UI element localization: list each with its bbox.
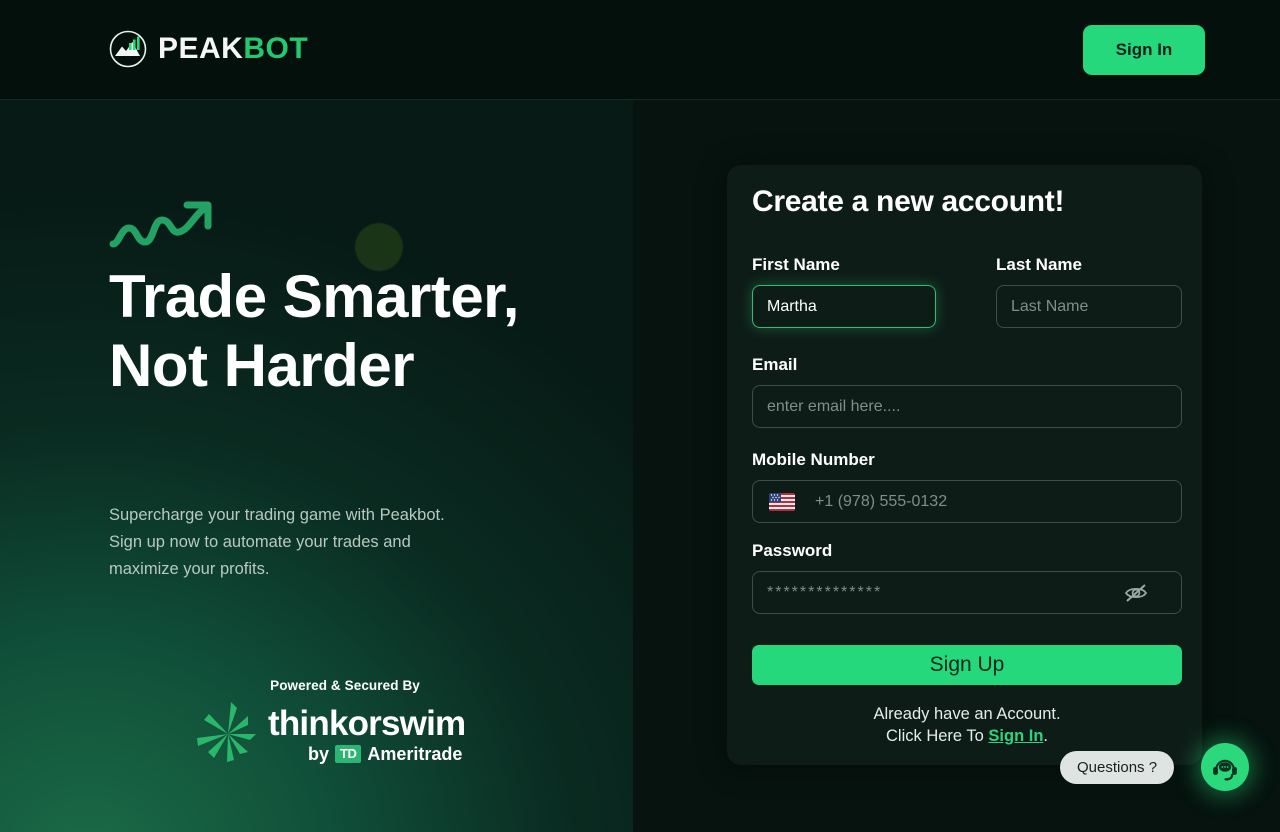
last-name-label: Last Name (996, 255, 1082, 274)
trending-up-arrow-icon (109, 201, 212, 248)
mobile-number-label: Mobile Number (752, 450, 875, 469)
eye-off-icon[interactable] (1123, 580, 1149, 606)
last-name-input[interactable] (996, 285, 1182, 328)
thinkorswim-starburst-icon (197, 702, 256, 762)
brand-peak-text: PEAK (158, 32, 244, 65)
thinkorswim-name: thinkorswim (268, 703, 466, 743)
partner-badge: Powered & Secured By thinkorswim by TD A… (190, 678, 466, 774)
existing-account-note: Already have an Account. Click Here To S… (752, 703, 1182, 747)
password-input[interactable] (752, 571, 1182, 614)
password-label: Password (752, 541, 833, 560)
form-panel: Create a new account! First Name Last Na… (633, 100, 1280, 832)
email-input[interactable] (752, 385, 1182, 428)
us-flag-icon[interactable] (769, 493, 795, 511)
first-name-input[interactable] (752, 285, 936, 328)
td-logo-badge: TD (335, 745, 362, 763)
peak-chart-circle-icon (109, 30, 147, 68)
site-header: PEAKBOT Sign In (0, 0, 1280, 100)
hero-subtitle: Supercharge your trading game with Peakb… (109, 506, 445, 578)
headset-support-icon (1213, 759, 1237, 782)
brand-logo[interactable]: PEAKBOT (109, 30, 308, 68)
header-sign-in-button[interactable]: Sign In (1083, 25, 1205, 75)
footnote-line-2-prefix: Click Here To (886, 727, 989, 745)
partner-by-label: by (308, 743, 330, 764)
questions-pill-button[interactable]: Questions ? (1060, 751, 1175, 784)
hero-title: Trade Smarter, Not Harder (109, 263, 519, 399)
ameritrade-name: Ameritrade (367, 743, 463, 764)
brand-wordmark: PEAKBOT (158, 34, 308, 64)
signup-page: PEAKBOT Sign In Trade Smarter, Not Harde… (0, 0, 1280, 832)
signup-card: Create a new account! First Name Last Na… (727, 165, 1202, 765)
brand-bot-text: BOT (243, 32, 309, 65)
email-label: Email (752, 355, 798, 374)
card-title: Create a new account! (752, 185, 1065, 218)
footnote-line-2-suffix: . (1043, 727, 1048, 745)
hero-panel: Trade Smarter, Not Harder Supercharge yo… (0, 100, 633, 832)
first-name-label: First Name (752, 255, 840, 274)
partner-caption: Powered & Secured By (270, 678, 420, 693)
footnote-line-1: Already have an Account. (873, 705, 1061, 723)
sign-in-link[interactable]: Sign In (988, 727, 1043, 745)
sign-up-button[interactable]: Sign Up (752, 645, 1182, 685)
support-chat-button[interactable] (1201, 743, 1249, 791)
mobile-number-input[interactable] (752, 480, 1182, 523)
